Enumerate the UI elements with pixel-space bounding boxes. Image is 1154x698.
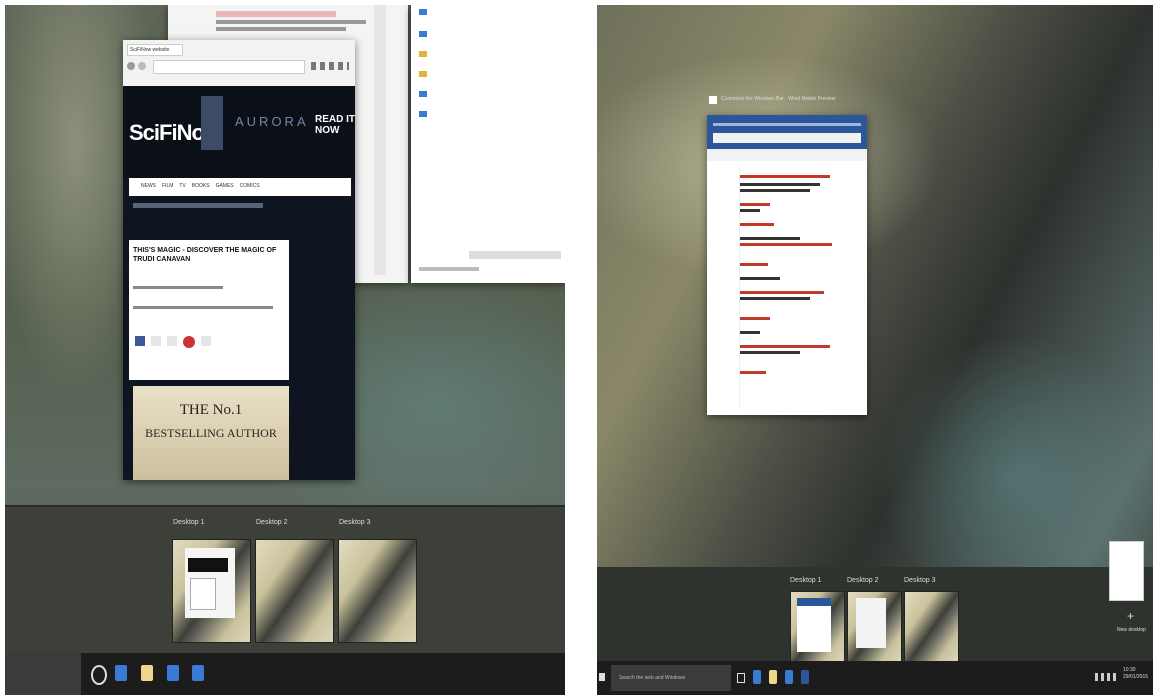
taskbar-app-icon[interactable] — [115, 665, 127, 681]
folder-icon — [419, 51, 427, 57]
desktop-label: Desktop 2 — [256, 519, 288, 526]
sub-nav — [133, 203, 263, 208]
desktop-thumbnail-3[interactable] — [904, 591, 959, 663]
scrollbar[interactable] — [374, 5, 386, 275]
desktop-label: Desktop 2 — [847, 577, 879, 584]
share-icon[interactable] — [201, 336, 211, 346]
folder-icon — [419, 9, 427, 15]
desktop-thumbnail-3[interactable] — [338, 539, 417, 643]
ruler — [707, 149, 867, 161]
status-bar — [419, 267, 479, 271]
ad-line-1: THE No.1 — [179, 402, 243, 418]
forward-icon[interactable] — [138, 62, 146, 70]
window-title: Customize the Windows Bar - Word Mobile … — [721, 96, 836, 102]
new-desktop-label[interactable]: New desktop — [1117, 627, 1146, 633]
ad-line-2: BESTSELLING AUTHOR — [145, 426, 277, 440]
address-bar[interactable] — [153, 60, 305, 74]
desktop-thumbnail-1[interactable] — [172, 539, 251, 643]
task-view-icon[interactable] — [737, 673, 745, 683]
desktop-label: Desktop 3 — [339, 519, 371, 526]
taskbar-app-icon[interactable] — [753, 670, 761, 684]
nav-item[interactable]: FILM — [162, 183, 173, 189]
toolbar-icons[interactable] — [311, 62, 349, 70]
nav-item[interactable]: NEWS — [141, 183, 156, 189]
pc-icon — [419, 91, 427, 97]
share-buttons — [135, 336, 211, 348]
task-view-right-screenshot: Customize the Windows Bar - Word Mobile … — [597, 5, 1153, 695]
task-view-left-screenshot: SciFiNow website SciFiNow AURORA READ IT… — [5, 5, 565, 695]
banner-title: AURORA — [235, 114, 309, 129]
taskbar: Search the web and Windows 10:30 29/01/2… — [597, 661, 1153, 695]
banner-figure — [201, 96, 223, 150]
file-explorer-icon[interactable] — [769, 670, 777, 684]
system-tray-icons[interactable] — [1095, 673, 1117, 681]
taskbar — [5, 653, 565, 695]
horizontal-scrollbar[interactable] — [469, 251, 561, 259]
plus-icon[interactable]: + — [1127, 609, 1134, 623]
ie-icon[interactable] — [167, 665, 179, 681]
browser-chrome: SciFiNow website — [123, 40, 355, 86]
onedrive-icon — [419, 31, 427, 37]
search-box[interactable] — [5, 653, 81, 695]
banner-cta[interactable]: READ IT NOW — [315, 114, 355, 136]
folder-icon — [419, 71, 427, 77]
file-explorer-icon[interactable] — [141, 665, 153, 681]
clock[interactable]: 10:30 29/01/2015 — [1123, 667, 1148, 681]
word-app-icon — [709, 96, 717, 104]
share-icon[interactable] — [167, 336, 177, 346]
word-window[interactable] — [707, 115, 867, 415]
site-nav: NEWS FILM TV BOOKS GAMES COMICS — [129, 178, 351, 196]
browser-tab[interactable]: SciFiNow website — [127, 44, 183, 56]
book-advert[interactable]: THE No.1 BESTSELLING AUTHOR — [133, 386, 289, 480]
store-icon[interactable] — [192, 665, 204, 681]
ribbon — [707, 115, 867, 149]
toolbar[interactable] — [713, 133, 861, 143]
word-icon[interactable] — [801, 670, 809, 684]
desktop-label: Desktop 3 — [904, 577, 936, 584]
nav-item[interactable]: TV — [179, 183, 185, 189]
article-card[interactable]: THIS'S MAGIC - DISCOVER THE MAGIC OF TRU… — [129, 240, 289, 380]
article-headline[interactable]: THIS'S MAGIC - DISCOVER THE MAGIC OF TRU… — [133, 246, 285, 264]
start-icon[interactable] — [599, 673, 605, 681]
new-desktop-preview[interactable] — [1109, 541, 1144, 601]
pinterest-icon[interactable] — [183, 336, 195, 348]
nav-item[interactable]: GAMES — [216, 183, 234, 189]
share-icon[interactable] — [151, 336, 161, 346]
back-icon[interactable] — [127, 62, 135, 70]
ie-icon[interactable] — [785, 670, 793, 684]
nav-item[interactable]: BOOKS — [192, 183, 210, 189]
cortana-icon[interactable] — [91, 665, 107, 685]
desktop-thumbnail-1[interactable] — [790, 591, 845, 663]
facebook-icon[interactable] — [135, 336, 145, 346]
document-page[interactable] — [739, 167, 850, 407]
browser-window[interactable]: SciFiNow website SciFiNow AURORA READ IT… — [123, 40, 355, 480]
desktop-label: Desktop 1 — [173, 519, 205, 526]
desktop-thumbnail-2[interactable] — [847, 591, 902, 663]
site-header: SciFiNow AURORA READ IT NOW — [123, 86, 355, 178]
search-box[interactable]: Search the web and Windows — [611, 665, 731, 691]
desktop-thumbnail-2[interactable] — [255, 539, 334, 643]
desktop-label: Desktop 1 — [790, 577, 822, 584]
nav-item[interactable]: COMICS — [240, 183, 260, 189]
file-explorer-window[interactable] — [411, 5, 565, 283]
network-icon — [419, 111, 427, 117]
